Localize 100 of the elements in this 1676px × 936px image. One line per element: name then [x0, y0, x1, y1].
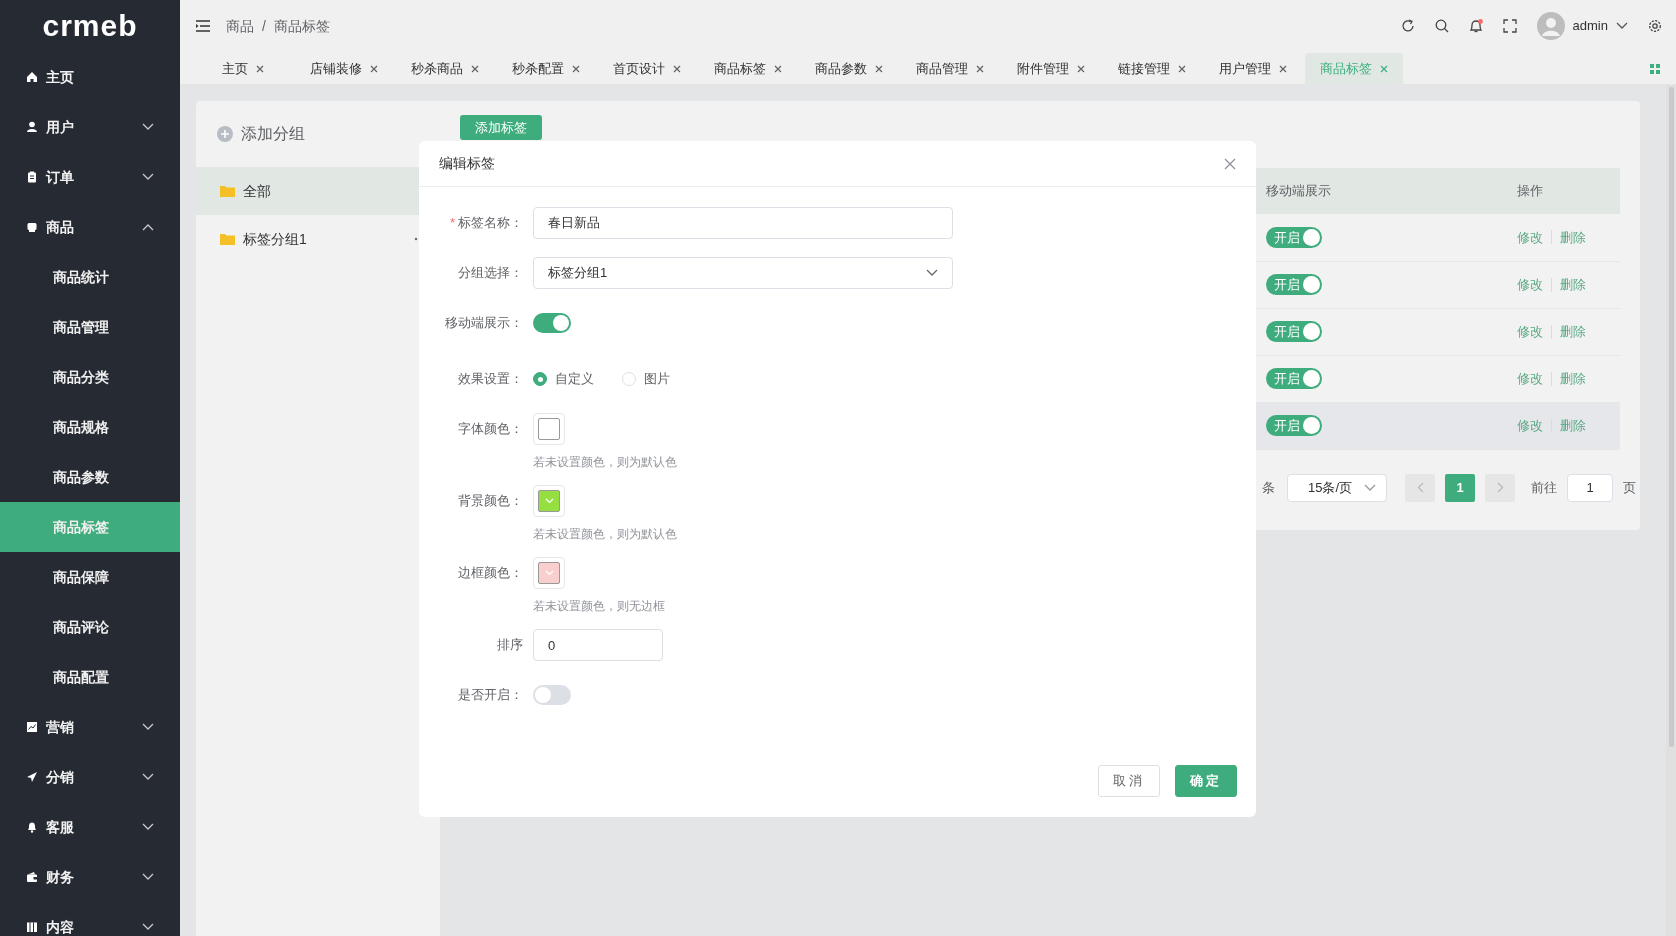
- chevron-down-icon: [142, 773, 154, 781]
- box-icon: [26, 221, 38, 233]
- color-picker[interactable]: [533, 413, 565, 445]
- field-label: 排序: [496, 636, 524, 654]
- field-label: 分组选择：: [457, 264, 524, 282]
- submenu-item[interactable]: 商品规格: [0, 402, 180, 452]
- radio-option[interactable]: 图片: [622, 363, 670, 395]
- refresh-icon[interactable]: [1400, 19, 1415, 33]
- menu-item[interactable]: 内容: [0, 902, 180, 936]
- home-icon: [26, 71, 38, 83]
- cancel-button[interactable]: 取消: [1098, 765, 1160, 797]
- search-icon[interactable]: [1434, 19, 1449, 33]
- menu-item[interactable]: 订单: [0, 152, 180, 202]
- toggle-switch[interactable]: [533, 685, 571, 705]
- hint-text: 若未设置颜色，则无边框: [533, 598, 665, 615]
- chevron-left-icon: [1416, 482, 1424, 493]
- breadcrumb-item: 商品标签: [273, 16, 330, 36]
- chevron-down-icon: [142, 823, 154, 831]
- folder-icon: [220, 233, 235, 245]
- close-icon[interactable]: [1224, 157, 1236, 170]
- menu-item[interactable]: 主页: [0, 52, 180, 102]
- tab[interactable]: 商品参数: [800, 53, 898, 84]
- color-picker[interactable]: [533, 557, 565, 589]
- close-icon[interactable]: [673, 64, 681, 73]
- submenu-item[interactable]: 商品统计: [0, 252, 180, 302]
- submenu-item[interactable]: 商品评论: [0, 602, 180, 652]
- page-size-select[interactable]: 15条/页: [1287, 473, 1387, 502]
- close-icon[interactable]: [370, 64, 378, 73]
- group-item[interactable]: 标签分组1: [196, 215, 440, 263]
- submenu-item[interactable]: 商品参数: [0, 452, 180, 502]
- chevron-down-icon: [544, 570, 554, 576]
- field-label: 效果设置：: [457, 370, 524, 388]
- close-icon[interactable]: [1279, 64, 1287, 73]
- color-picker[interactable]: [533, 485, 565, 517]
- chevron-right-icon: [1496, 482, 1504, 493]
- tab[interactable]: 店铺装修: [295, 53, 393, 84]
- chevron-down-icon: [926, 269, 938, 277]
- close-icon[interactable]: [572, 64, 580, 73]
- settings-icon[interactable]: [1648, 19, 1662, 33]
- tab[interactable]: 商品管理: [901, 53, 999, 84]
- field-label: 背景颜色：: [457, 492, 524, 510]
- tab[interactable]: 链接管理: [1103, 53, 1201, 84]
- add-group-link[interactable]: 添加分组: [241, 122, 305, 146]
- menu-item[interactable]: 营销: [0, 702, 180, 752]
- book-icon: [26, 921, 38, 933]
- menu-item[interactable]: 用户: [0, 102, 180, 152]
- tab[interactable]: 附件管理: [1002, 53, 1100, 84]
- text-input[interactable]: 春日新品: [533, 207, 953, 239]
- chevron-down-icon: [1364, 483, 1376, 492]
- field-label: 字体颜色：: [457, 420, 524, 438]
- tab[interactable]: 首页设计: [598, 53, 696, 84]
- chevron-down-icon: [544, 498, 554, 504]
- chevron-down-icon: [142, 873, 154, 881]
- dialog-title: 编辑标签: [439, 154, 495, 173]
- tab[interactable]: 商品标签: [699, 53, 797, 84]
- scrollbar[interactable]: [1666, 85, 1676, 936]
- sort-input[interactable]: 0: [533, 629, 663, 661]
- radio-option[interactable]: 自定义: [533, 363, 594, 395]
- menu-item[interactable]: 客服: [0, 802, 180, 852]
- submenu-item[interactable]: 商品保障: [0, 552, 180, 602]
- avatar-icon: [1536, 12, 1565, 40]
- menu-item[interactable]: 商品: [0, 202, 180, 252]
- user-name[interactable]: admin: [1572, 16, 1608, 36]
- menu-icon[interactable]: [196, 20, 210, 32]
- field-label: 是否开启：: [457, 686, 524, 704]
- tab[interactable]: 秒杀商品: [396, 53, 494, 84]
- close-icon[interactable]: [1178, 64, 1186, 73]
- submenu-item[interactable]: 商品分类: [0, 352, 180, 402]
- close-icon[interactable]: [976, 64, 984, 73]
- goto-label: 前往: [1531, 478, 1557, 497]
- chevron-down-icon: [142, 723, 154, 731]
- clipboard-icon: [26, 171, 38, 183]
- menu-item[interactable]: 分销: [0, 752, 180, 802]
- bell-icon[interactable]: [1468, 19, 1483, 33]
- select-field[interactable]: 标签分组1: [533, 257, 953, 289]
- close-icon[interactable]: [875, 64, 883, 73]
- close-icon[interactable]: [1077, 64, 1085, 73]
- folder-icon: [220, 185, 235, 197]
- field-label: 标签名称：: [458, 215, 523, 230]
- breadcrumb-item[interactable]: 商品: [226, 15, 254, 37]
- chart-icon: [26, 721, 38, 733]
- field-label: 边框颜色：: [457, 564, 524, 582]
- tab[interactable]: 用户管理: [1204, 53, 1302, 84]
- tab[interactable]: 主页: [194, 53, 292, 84]
- bell-icon: [26, 821, 38, 833]
- close-icon[interactable]: [774, 64, 782, 73]
- page-suffix: 页: [1623, 478, 1636, 497]
- logo[interactable]: crmeb: [42, 11, 138, 41]
- required-mark: *: [449, 215, 455, 230]
- wallet-icon: [26, 871, 38, 883]
- column-header: 操作: [1516, 168, 1620, 214]
- toggle-switch[interactable]: [533, 313, 571, 333]
- menu-item[interactable]: 财务: [0, 852, 180, 902]
- close-icon[interactable]: [256, 64, 264, 73]
- submenu-item[interactable]: 商品管理: [0, 302, 180, 352]
- tab[interactable]: 秒杀配置: [497, 53, 595, 84]
- page-input[interactable]: 1: [1567, 473, 1613, 502]
- submenu-item[interactable]: 商品配置: [0, 652, 180, 702]
- fullscreen-icon[interactable]: [1502, 19, 1517, 33]
- close-icon[interactable]: [471, 64, 479, 73]
